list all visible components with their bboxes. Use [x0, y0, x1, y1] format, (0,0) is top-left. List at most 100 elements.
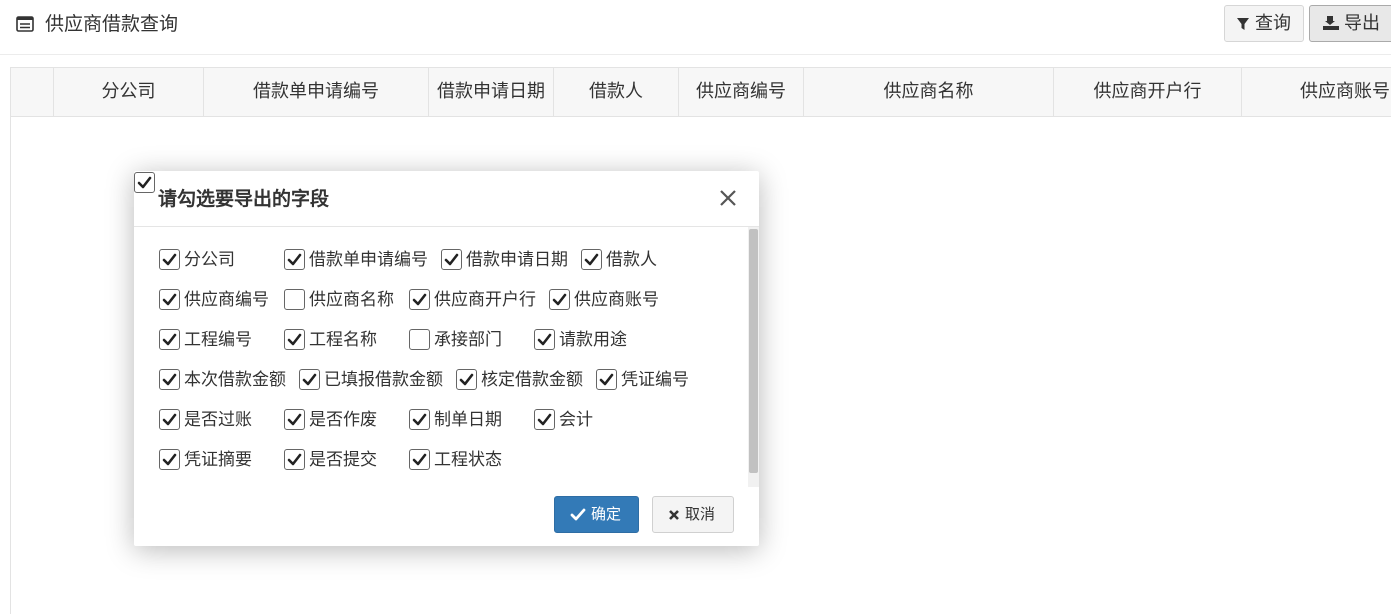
check-icon: [162, 373, 177, 386]
field-checkbox[interactable]: [409, 409, 430, 430]
check-icon: [412, 293, 427, 306]
check-icon: [162, 253, 177, 266]
field-checkbox[interactable]: [596, 369, 617, 390]
field-label: 工程状态: [434, 450, 502, 470]
dialog-body: 分公司 借款单申请编号 借款申请日期 借款人 供应商编号 供应商名称 供应商开户…: [134, 227, 759, 487]
field-label: 是否过账: [184, 410, 252, 430]
export-button[interactable]: 导出: [1309, 5, 1391, 42]
field-label: 承接部门: [434, 330, 502, 350]
cancel-button-label: 取消: [685, 505, 716, 523]
check-icon: [599, 373, 614, 386]
field-checkbox[interactable]: [159, 289, 180, 310]
check-icon: [137, 176, 152, 189]
field-label: 凭证摘要: [184, 450, 252, 470]
field-checkbox[interactable]: [284, 329, 305, 350]
query-button[interactable]: 查询: [1224, 5, 1304, 42]
check-icon: [444, 253, 459, 266]
column-header[interactable]: 供应商账号: [1242, 68, 1391, 116]
check-icon: [287, 453, 302, 466]
field-label: 借款人: [606, 250, 657, 270]
field-label: 会计: [559, 410, 593, 430]
field-checkbox[interactable]: [456, 369, 477, 390]
field-label: 凭证编号: [621, 370, 689, 390]
check-icon: [302, 373, 317, 386]
field-checkbox[interactable]: [159, 449, 180, 470]
field-label: 制单日期: [434, 410, 502, 430]
scrollbar-thumb[interactable]: [749, 229, 758, 473]
field-checkbox[interactable]: [159, 249, 180, 270]
field-checkbox[interactable]: [534, 409, 555, 430]
cancel-button[interactable]: 取消: [652, 496, 734, 533]
check-icon: [162, 333, 177, 346]
check-icon: [537, 413, 552, 426]
check-icon: [412, 413, 427, 426]
field-label: 借款申请日期: [466, 250, 568, 270]
table-header: 分公司 借款单申请编号 借款申请日期 借款人 供应商编号 供应商名称 供应商开户…: [11, 68, 1391, 117]
field-label: 工程编号: [184, 330, 252, 350]
field-checkbox[interactable]: [441, 249, 462, 270]
close-icon: [669, 510, 679, 520]
column-header[interactable]: 供应商编号: [679, 68, 804, 116]
field-checkbox[interactable]: [284, 249, 305, 270]
field-label: 供应商账号: [574, 290, 659, 310]
confirm-button[interactable]: 确定: [554, 496, 639, 533]
column-header[interactable]: 借款申请日期: [429, 68, 554, 116]
export-icon: [1323, 16, 1339, 30]
confirm-button-label: 确定: [591, 505, 622, 523]
check-icon: [412, 453, 427, 466]
field-label: 核定借款金额: [481, 370, 583, 390]
field-checkbox[interactable]: [159, 409, 180, 430]
column-header[interactable]: 供应商名称: [804, 68, 1054, 116]
field-label: 是否提交: [309, 450, 377, 470]
dialog-scrollbar[interactable]: [748, 227, 759, 487]
check-icon: [287, 333, 302, 346]
check-icon: [287, 253, 302, 266]
field-label: 供应商编号: [184, 290, 269, 310]
field-label: 是否作废: [309, 410, 377, 430]
field-checkbox[interactable]: [409, 449, 430, 470]
field-checkbox[interactable]: [284, 409, 305, 430]
field-checkbox[interactable]: [409, 289, 430, 310]
field-label: 工程名称: [309, 330, 377, 350]
field-checkbox[interactable]: [284, 449, 305, 470]
field-label: 本次借款金额: [184, 370, 286, 390]
query-button-label: 查询: [1255, 13, 1291, 34]
column-header-checkbox[interactable]: [11, 68, 54, 116]
column-header[interactable]: 分公司: [54, 68, 204, 116]
field-checkbox[interactable]: [409, 329, 430, 350]
check-icon: [162, 413, 177, 426]
check-icon: [552, 293, 567, 306]
field-label: 借款单申请编号: [309, 250, 428, 270]
check-icon: [537, 333, 552, 346]
close-icon[interactable]: [718, 188, 738, 208]
column-header[interactable]: 借款单申请编号: [204, 68, 429, 116]
export-button-label: 导出: [1344, 13, 1380, 34]
field-label: 分公司: [184, 250, 235, 270]
check-icon: [584, 253, 599, 266]
field-checkbox[interactable]: [299, 369, 320, 390]
filter-icon: [1237, 18, 1249, 30]
check-icon: [570, 508, 586, 521]
field-checkbox[interactable]: [284, 289, 305, 310]
dialog-title: 请勾选要导出的字段: [158, 188, 330, 210]
field-label: 请款用途: [559, 330, 627, 350]
field-checkbox[interactable]: [159, 369, 180, 390]
column-header[interactable]: 供应商开户行: [1054, 68, 1242, 116]
select-all-checkbox[interactable]: [134, 172, 155, 193]
field-checkbox[interactable]: [159, 329, 180, 350]
field-label: 已填报借款金额: [324, 370, 443, 390]
field-label: 供应商名称: [309, 290, 394, 310]
field-checkbox[interactable]: [581, 249, 602, 270]
dialog-header: 请勾选要导出的字段: [134, 171, 759, 227]
check-icon: [459, 373, 474, 386]
column-header[interactable]: 借款人: [554, 68, 679, 116]
export-fields-dialog: 请勾选要导出的字段 分公司 借款单申请编号 借款申请日期 借款人 供应商编号 供…: [134, 171, 759, 546]
list-window-icon: [16, 16, 34, 32]
page-header: 供应商借款查询 查询 导出: [0, 0, 1391, 55]
field-checkbox[interactable]: [534, 329, 555, 350]
page: 供应商借款查询 查询 导出 分公司 借款单申请编号 借款申请日期 借款人 供应商…: [0, 0, 1391, 614]
field-checkbox[interactable]: [549, 289, 570, 310]
field-label: 供应商开户行: [434, 290, 536, 310]
page-title: 供应商借款查询: [45, 13, 179, 35]
check-icon: [287, 413, 302, 426]
